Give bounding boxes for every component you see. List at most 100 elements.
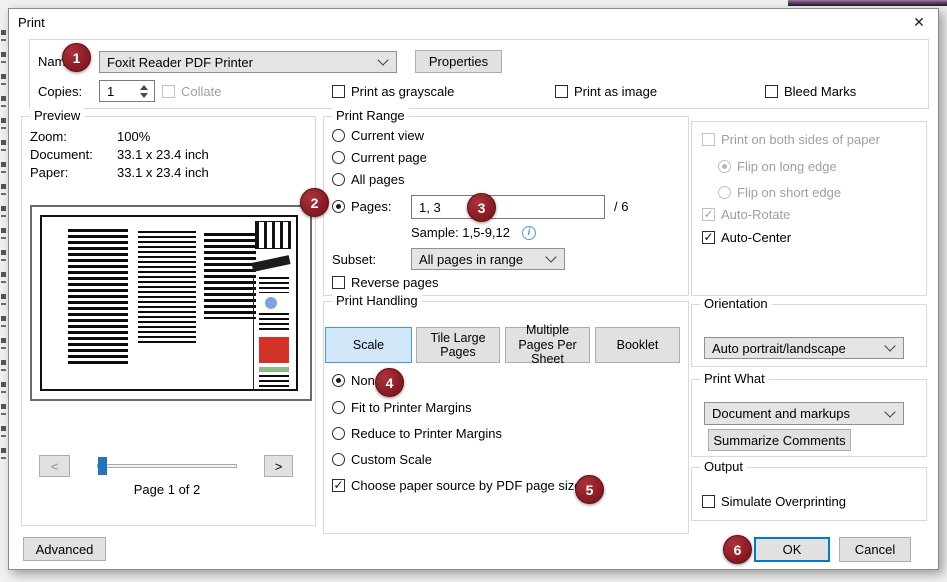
cancel-button[interactable]: Cancel bbox=[839, 537, 911, 562]
radio-pages-circle bbox=[332, 200, 345, 213]
output-group-title: Output bbox=[700, 459, 747, 474]
pages-input-value: 1, 3 bbox=[419, 200, 441, 215]
pages-input[interactable]: 1, 3 bbox=[411, 195, 605, 219]
preview-page bbox=[40, 215, 298, 391]
thumbnail-sidebar-text bbox=[259, 375, 289, 387]
radio-custom-scale-circle bbox=[332, 453, 345, 466]
document-size-label: Document: bbox=[30, 147, 93, 162]
properties-button[interactable]: Properties bbox=[415, 50, 502, 73]
collate-checkbox[interactable]: Collate bbox=[162, 84, 221, 99]
next-page-button[interactable]: > bbox=[264, 455, 293, 477]
info-icon-glyph: i bbox=[528, 227, 531, 238]
reverse-pages-checkbox[interactable]: Reverse pages bbox=[332, 275, 438, 290]
thumbnail-stamp bbox=[251, 255, 290, 272]
radio-reduce-to-printer-margins[interactable]: Reduce to Printer Margins bbox=[332, 426, 502, 441]
thumbnail-titleblock bbox=[255, 221, 291, 249]
reduce-label: Reduce to Printer Margins bbox=[351, 426, 502, 441]
bleed-marks-label: Bleed Marks bbox=[784, 84, 856, 99]
zoom-label: Zoom: bbox=[30, 129, 67, 144]
print-what-select[interactable]: Document and markups bbox=[704, 402, 904, 425]
grayscale-checkbox[interactable]: Print as grayscale bbox=[332, 84, 454, 99]
preview-thumbnail bbox=[30, 205, 312, 401]
tab-tile-large-pages[interactable]: Tile Large Pages bbox=[416, 327, 500, 363]
step-badge-3: 3 bbox=[467, 193, 496, 222]
reverse-pages-label: Reverse pages bbox=[351, 275, 438, 290]
step-badge-6: 6 bbox=[723, 535, 752, 564]
tab-scale[interactable]: Scale bbox=[325, 327, 412, 363]
thumbnail-green-strip bbox=[259, 367, 289, 372]
both-sides-checkbox[interactable]: Print on both sides of paper bbox=[702, 132, 880, 147]
radio-all-pages-circle bbox=[332, 173, 345, 186]
radio-current-view-circle bbox=[332, 129, 345, 142]
reverse-pages-checkbox-box bbox=[332, 276, 345, 289]
output-group: Output Simulate Overprinting bbox=[691, 467, 927, 521]
all-pages-label: All pages bbox=[351, 172, 404, 187]
fit-label: Fit to Printer Margins bbox=[351, 400, 472, 415]
radio-flip-short-circle bbox=[718, 186, 731, 199]
bleed-marks-checkbox-box bbox=[765, 85, 778, 98]
radio-current-page-circle bbox=[332, 151, 345, 164]
print-what-group: Print What Document and markups Summariz… bbox=[691, 379, 927, 457]
collate-checkbox-box bbox=[162, 85, 175, 98]
chevron-down-icon bbox=[377, 54, 388, 65]
collate-label: Collate bbox=[181, 84, 221, 99]
radio-current-view[interactable]: Current view bbox=[332, 128, 424, 143]
previous-page-button[interactable]: < bbox=[39, 455, 70, 477]
thumbnail-red-block bbox=[259, 337, 289, 363]
print-handling-group-title: Print Handling bbox=[332, 293, 422, 308]
auto-rotate-checkbox[interactable]: Auto-Rotate bbox=[702, 207, 790, 222]
thumbnail-divider bbox=[253, 275, 254, 391]
close-button[interactable]: ✕ bbox=[906, 11, 932, 33]
page-slider-handle[interactable] bbox=[98, 457, 107, 475]
radio-flip-long-edge[interactable]: Flip on long edge bbox=[718, 159, 837, 174]
screen: { "window": { "title": "Print", "close_g… bbox=[0, 0, 947, 582]
copies-spin-buttons[interactable] bbox=[136, 81, 152, 101]
print-what-group-title: Print What bbox=[700, 371, 769, 386]
subset-label: Subset: bbox=[332, 252, 376, 267]
info-icon[interactable]: i bbox=[522, 226, 536, 240]
advanced-button[interactable]: Advanced bbox=[23, 537, 106, 561]
pages-label: Pages: bbox=[351, 199, 391, 214]
zoom-value: 100% bbox=[117, 129, 150, 144]
print-as-image-checkbox-box bbox=[555, 85, 568, 98]
custom-scale-label: Custom Scale bbox=[351, 452, 432, 467]
print-as-image-label: Print as image bbox=[574, 84, 657, 99]
subset-select[interactable]: All pages in range bbox=[411, 248, 565, 270]
spin-up-icon bbox=[140, 85, 148, 90]
thumbnail-text-block bbox=[138, 231, 196, 343]
both-sides-label: Print on both sides of paper bbox=[721, 132, 880, 147]
page-indicator: Page 1 of 2 bbox=[82, 482, 252, 497]
auto-center-checkbox[interactable]: Auto-Center bbox=[702, 230, 791, 245]
orientation-select[interactable]: Auto portrait/landscape bbox=[704, 337, 904, 359]
tab-multiple-pages-per-sheet[interactable]: Multiple Pages Per Sheet bbox=[505, 327, 590, 363]
radio-all-pages[interactable]: All pages bbox=[332, 172, 404, 187]
ok-button[interactable]: OK bbox=[754, 537, 830, 562]
radio-fit-to-printer-margins[interactable]: Fit to Printer Margins bbox=[332, 400, 472, 415]
auto-rotate-checkbox-box bbox=[702, 208, 715, 221]
radio-pages[interactable]: Pages: bbox=[332, 199, 391, 214]
spin-down-icon bbox=[140, 93, 148, 98]
print-as-image-checkbox[interactable]: Print as image bbox=[555, 84, 657, 99]
orientation-value: Auto portrait/landscape bbox=[712, 341, 846, 356]
bleed-marks-checkbox[interactable]: Bleed Marks bbox=[765, 84, 856, 99]
paper-source-label: Choose paper source by PDF page size bbox=[351, 478, 582, 493]
sample-text: Sample: 1,5-9,12 bbox=[411, 225, 510, 240]
page-slider-track[interactable] bbox=[97, 464, 237, 468]
printer-section: Name: Foxit Reader PDF Printer Propertie… bbox=[29, 39, 929, 109]
copies-stepper[interactable]: 1 bbox=[99, 80, 155, 102]
step-badge-4: 4 bbox=[375, 368, 404, 397]
chevron-down-icon bbox=[884, 406, 895, 417]
preview-group: Preview Zoom: 100% Document: 33.1 x 23.4… bbox=[21, 116, 316, 526]
printer-name-select[interactable]: Foxit Reader PDF Printer bbox=[99, 51, 397, 73]
tab-booklet[interactable]: Booklet bbox=[595, 327, 680, 363]
current-view-label: Current view bbox=[351, 128, 424, 143]
paper-source-checkbox[interactable]: Choose paper source by PDF page size bbox=[332, 478, 582, 493]
grayscale-checkbox-box bbox=[332, 85, 345, 98]
copies-label: Copies: bbox=[38, 84, 82, 99]
radio-current-page[interactable]: Current page bbox=[332, 150, 427, 165]
radio-custom-scale[interactable]: Custom Scale bbox=[332, 452, 432, 467]
radio-flip-long-circle bbox=[718, 160, 731, 173]
simulate-overprinting-checkbox[interactable]: Simulate Overprinting bbox=[702, 494, 846, 509]
summarize-comments-button[interactable]: Summarize Comments bbox=[708, 429, 851, 451]
radio-flip-short-edge[interactable]: Flip on short edge bbox=[718, 185, 841, 200]
